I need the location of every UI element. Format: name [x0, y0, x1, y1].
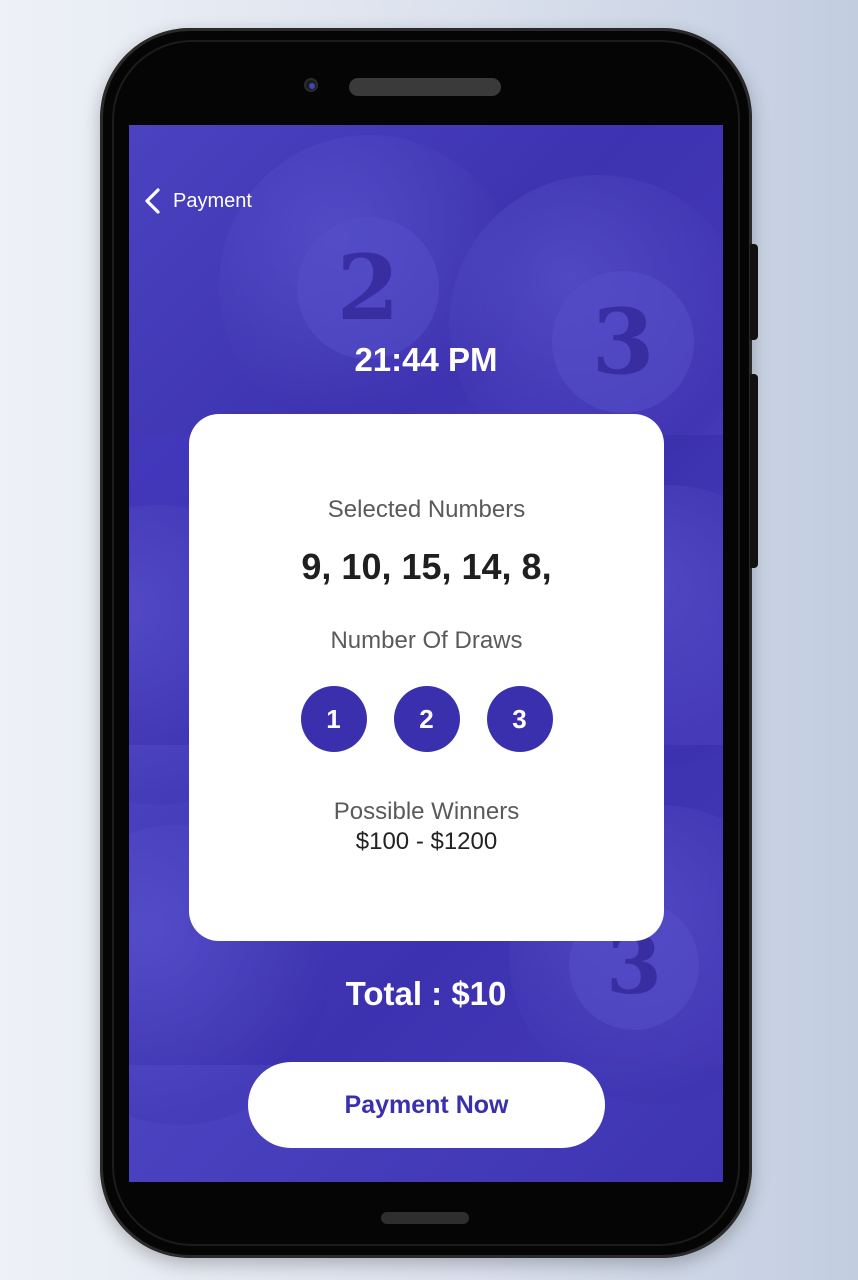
draws-selector: 1 2 3 — [189, 686, 664, 752]
draw-time: 21:44 PM — [354, 341, 498, 378]
payment-now-button[interactable]: Payment Now — [248, 1062, 605, 1148]
background-ball-number: 2 — [297, 217, 439, 359]
front-camera — [304, 78, 318, 92]
power-button — [750, 374, 758, 568]
total-amount: Total : $10 — [345, 975, 507, 1012]
draw-option-3[interactable]: 3 — [486, 686, 553, 752]
selected-numbers-label: Selected Numbers — [327, 496, 526, 523]
selected-numbers-value: 9, 10, 15, 14, 8, — [301, 546, 552, 587]
draw-option-2[interactable]: 2 — [393, 686, 460, 752]
possible-winners-label: Possible Winners — [333, 798, 520, 825]
home-indicator — [381, 1212, 469, 1224]
back-button[interactable]: Payment — [143, 187, 252, 215]
app-screen: 2 3 3 Payment 21:44 PM Selected Numbers … — [129, 125, 723, 1182]
chevron-left-icon[interactable] — [143, 187, 163, 215]
number-of-draws-label: Number Of Draws — [330, 627, 523, 654]
page-title: Payment — [173, 189, 252, 212]
volume-button — [750, 244, 758, 340]
earpiece-speaker — [349, 78, 501, 96]
ticket-summary-card: Selected Numbers 9, 10, 15, 14, 8, Numbe… — [189, 414, 664, 941]
draw-option-1[interactable]: 1 — [300, 686, 367, 752]
possible-winners-range: $100 - $1200 — [355, 828, 498, 855]
